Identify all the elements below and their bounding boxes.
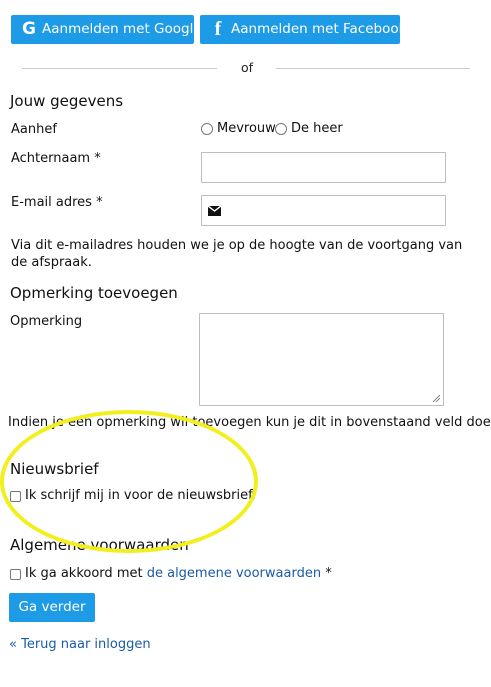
newsletter-checkbox-label: Ik schrijf mij in voor de nieuwsbrief. — [25, 488, 256, 503]
email-label: E-mail adres * — [11, 195, 103, 210]
envelope-icon — [208, 206, 221, 216]
remark-help-text: Indien je een opmerking wil toevoegen ku… — [8, 415, 491, 430]
facebook-icon: f — [214, 18, 222, 40]
radio-mevrouw-label: Mevrouw — [217, 121, 276, 136]
facebook-login-button[interactable]: f Aanmelden met Facebook — [200, 15, 406, 44]
divider-left — [22, 68, 217, 69]
terms-checkbox[interactable] — [10, 569, 21, 580]
remark-title: Opmerking toevoegen — [10, 284, 178, 302]
divider-text: of — [240, 60, 254, 75]
radio-de-heer[interactable] — [275, 123, 287, 135]
google-login-button[interactable]: G Aanmelden met Google — [11, 15, 202, 44]
remark-textarea[interactable] — [199, 313, 444, 406]
divider-right — [276, 68, 470, 69]
google-login-label: Aanmelden met Google — [42, 21, 202, 37]
back-to-login-link[interactable]: « Terug naar inloggen — [9, 637, 151, 652]
radio-de-heer-label: De heer — [291, 121, 343, 136]
terms-prefix: Ik ga akkoord met — [25, 566, 147, 581]
facebook-login-label: Aanmelden met Facebook — [231, 21, 407, 37]
salutation-label: Aanhef — [11, 122, 57, 137]
radio-mevrouw[interactable] — [201, 123, 213, 135]
newsletter-checkbox[interactable] — [10, 491, 21, 502]
lastname-input[interactable] — [201, 152, 446, 183]
details-title: Jouw gegevens — [10, 92, 124, 110]
remark-label: Opmerking — [10, 314, 83, 329]
lastname-label: Achternaam * — [11, 151, 101, 166]
newsletter-title: Nieuwsbrief — [10, 460, 99, 478]
terms-checkbox-label: Ik ga akkoord met de algemene voorwaarde… — [25, 566, 332, 581]
terms-required-marker: * — [321, 566, 332, 581]
highlight-circle — [0, 410, 258, 553]
email-field[interactable] — [201, 195, 446, 226]
google-icon: G — [22, 19, 36, 39]
email-help-text: Via dit e-mailadres houden we je op de h… — [11, 238, 463, 270]
continue-button[interactable]: Ga verder — [9, 593, 95, 622]
terms-title: Algemene voorwaarden — [10, 536, 189, 554]
terms-link[interactable]: de algemene voorwaarden — [147, 566, 321, 581]
resize-handle-icon[interactable] — [432, 394, 440, 402]
